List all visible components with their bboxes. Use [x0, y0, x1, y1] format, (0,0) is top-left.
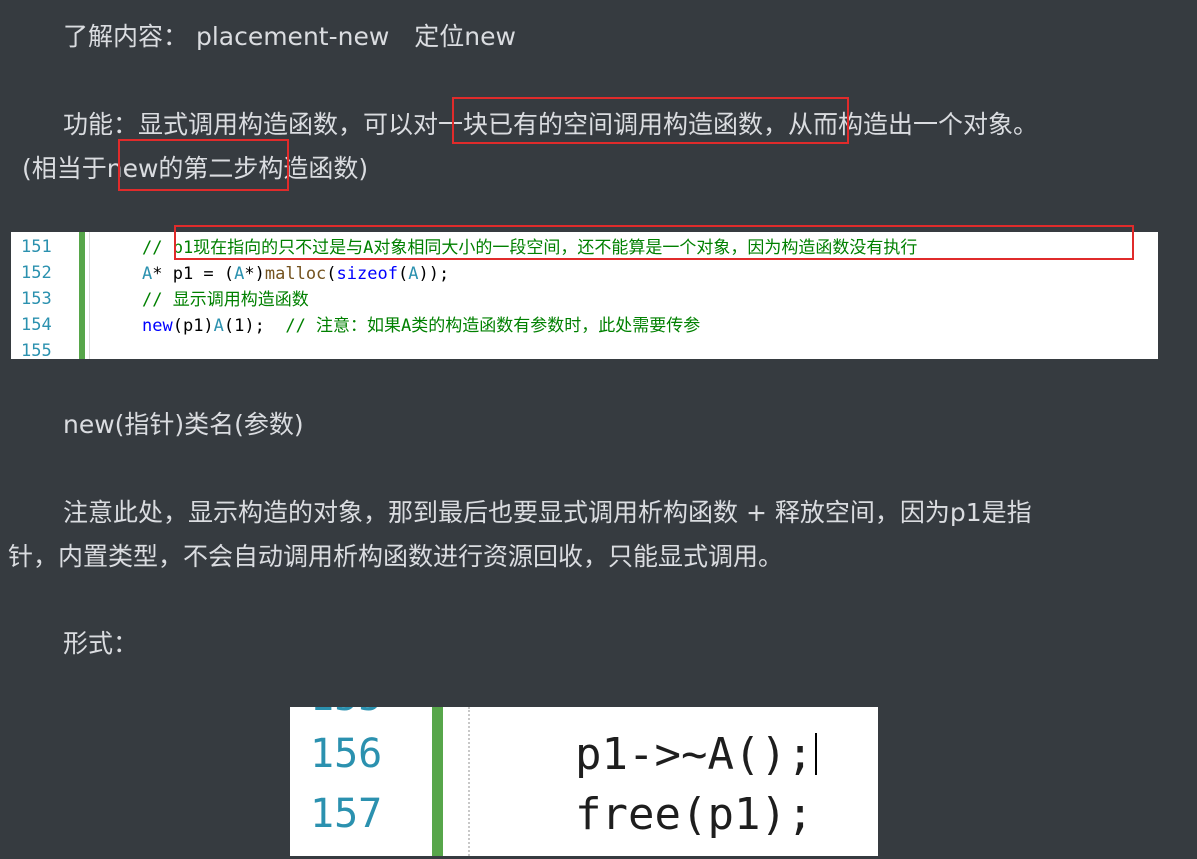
line-number: 156 [310, 731, 383, 777]
code-keyword: sizeof [336, 264, 398, 284]
code-text: *) [244, 264, 265, 284]
code-text: p1->~A(); [575, 729, 814, 780]
line-number-cut: 155 [310, 707, 382, 720]
paragraph-intro: 了解内容： placement-new 定位new [63, 22, 516, 51]
code-line-154: new(p1)A(1); // 注意：如果A类的构造函数有参数时，此处需要传参 [142, 313, 700, 339]
line-number: 151 [21, 237, 52, 257]
code-line-151: // p1现在指向的只不过是与A对象相同大小的一段空间，还不能算是一个对象，因为… [142, 235, 917, 261]
code-comment: // 注意：如果A类的构造函数有参数时，此处需要传参 [285, 316, 701, 336]
line-number: 152 [21, 263, 52, 283]
code-screenshot-destructor: 155 156 157 p1->~A(); free(p1); [290, 707, 878, 856]
text-caret [815, 733, 818, 775]
paragraph-function-line2: (相当于new的第二步构造函数) [22, 154, 369, 183]
line-number: 155 [21, 341, 52, 359]
paragraph-function-line1: 功能：显式调用构造函数，可以对一块已有的空间调用构造函数，从而构造出一个对象。 [63, 110, 1039, 139]
code-text: (1); [223, 316, 286, 336]
line-number: 154 [21, 315, 52, 335]
code-comment: // p1现在指向的只不过是与A对象相同大小的一段空间，还不能算是一个对象，因为… [142, 238, 918, 258]
change-bar [432, 707, 443, 856]
paragraph-note-line1: 注意此处，显示构造的对象，那到最后也要显式调用析构函数 + 释放空间，因为p1是… [63, 498, 1032, 527]
paragraph-form: 形式： [63, 629, 139, 658]
gutter-separator [89, 232, 90, 359]
code-text: ( [326, 264, 337, 284]
code-type: A [408, 264, 419, 284]
paragraph-note-line2: 针，内置类型，不会自动调用析构函数进行资源回收，只能显式调用。 [8, 542, 784, 571]
line-number: 153 [21, 289, 52, 309]
code-text: * p1 = ( [152, 264, 235, 284]
code-type: A [234, 264, 245, 284]
code-line-153: // 显示调用构造函数 [142, 287, 309, 313]
code-text: ( [397, 264, 409, 284]
code-text: )); [418, 264, 450, 284]
paragraph-syntax: new(指针)类名(参数) [63, 410, 304, 439]
line-number: 157 [310, 791, 383, 837]
code-keyword: new [142, 316, 173, 336]
code-type: A [213, 316, 224, 336]
code-text: (p1) [172, 316, 214, 336]
code-comment: // 显示调用构造函数 [142, 290, 309, 310]
code-text: free(p1); [575, 789, 814, 840]
code-screenshot-malloc: 151 152 153 154 155 // p1现在指向的只不过是与A对象相同… [11, 232, 1158, 359]
code-type: A [142, 264, 153, 284]
change-bar [79, 232, 85, 359]
code-line-157: free(p1); [575, 789, 813, 840]
code-function: malloc [264, 264, 327, 284]
code-line-152: A* p1 = (A*)malloc(sizeof(A)); [142, 261, 449, 287]
gutter-separator [468, 707, 470, 856]
code-line-156: p1->~A(); [575, 729, 818, 780]
